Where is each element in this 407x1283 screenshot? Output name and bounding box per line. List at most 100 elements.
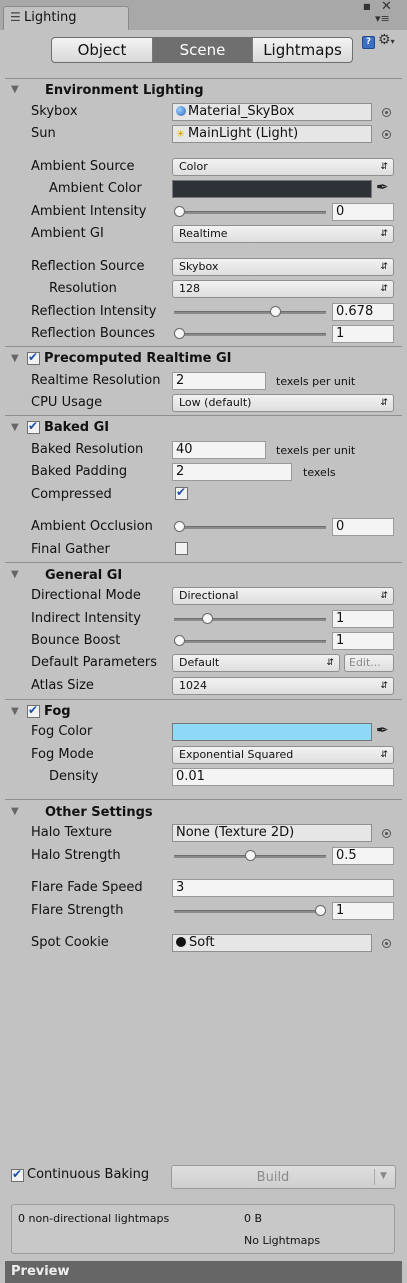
ambient-color-swatch[interactable] (172, 180, 372, 198)
directional-mode-dropdown[interactable]: Directional ⇵ (172, 587, 394, 605)
baked-header[interactable]: Baked GI (44, 420, 109, 436)
divider (5, 78, 402, 79)
bounce-boost-knob[interactable] (174, 635, 185, 646)
fog-header[interactable]: Fog (44, 704, 71, 720)
realtime-resolution-label: Realtime Resolution (31, 373, 161, 388)
ambient-occlusion-knob[interactable] (174, 521, 185, 532)
ambient-occlusion-input[interactable]: 0 (332, 518, 394, 536)
flare-strength-knob[interactable] (315, 905, 326, 916)
eyedropper-icon[interactable]: ✒ (376, 178, 389, 196)
resolution-dropdown[interactable]: 128 ⇵ (172, 280, 394, 298)
edit-parameters-button[interactable]: Edit... (344, 654, 394, 672)
no-lightmaps-text: No Lightmaps (244, 1234, 321, 1247)
help-icon[interactable]: ? (362, 36, 375, 49)
settings-gear-icon[interactable]: ⚙▾ (378, 32, 395, 48)
reflection-bounces-knob[interactable] (174, 328, 185, 339)
ambient-gi-dropdown[interactable]: Realtime ⇵ (172, 225, 394, 243)
preview-bar[interactable]: Preview (5, 1261, 402, 1283)
lightmap-stats-panel: 0 non-directional lightmaps 0 B No Light… (11, 1204, 395, 1254)
general-header[interactable]: General GI (45, 568, 122, 584)
continuous-baking-checkbox[interactable] (11, 1167, 24, 1182)
halo-strength-label: Halo Strength (31, 848, 121, 863)
bounce-boost-track[interactable] (174, 640, 326, 643)
reflection-intensity-label: Reflection Intensity (31, 304, 157, 319)
precomputed-gi-checkbox[interactable] (27, 350, 40, 365)
indirect-intensity-input[interactable]: 1 (332, 610, 394, 628)
fog-color-swatch[interactable] (172, 723, 372, 741)
bounce-boost-label: Bounce Boost (31, 633, 121, 648)
final-gather-checkbox[interactable] (175, 542, 188, 555)
tab-object[interactable]: Object (52, 38, 153, 62)
density-input[interactable]: 0.01 (172, 768, 394, 786)
flare-fade-speed-input[interactable]: 3 (172, 879, 394, 897)
reflection-intensity-knob[interactable] (269, 306, 281, 317)
build-dropdown-arrow-icon[interactable]: ▼ (380, 1171, 387, 1181)
default-parameters-dropdown[interactable]: Default ⇵ (172, 654, 340, 672)
foldout-arrow-icon[interactable]: ▼ (11, 569, 19, 580)
object-picker-icon[interactable] (382, 829, 391, 838)
lighting-tab-icon: ☰ (10, 10, 21, 24)
object-picker-icon[interactable] (382, 939, 391, 948)
ambient-intensity-track[interactable] (174, 211, 326, 214)
eyedropper-icon[interactable]: ✒ (376, 721, 389, 739)
foldout-arrow-icon[interactable]: ▼ (11, 806, 19, 817)
foldout-arrow-icon[interactable]: ▼ (11, 84, 19, 95)
spot-cookie-field[interactable]: Soft (172, 934, 372, 952)
foldout-arrow-icon[interactable]: ▼ (11, 353, 19, 364)
sun-field[interactable]: ☀ MainLight (Light) (172, 125, 372, 143)
ambient-occlusion-track[interactable] (174, 526, 326, 529)
baked-resolution-input[interactable]: 40 (172, 441, 266, 459)
baked-padding-unit: texels (303, 466, 336, 479)
edit-button-label: Edit... (349, 656, 381, 669)
tab-lightmaps[interactable]: Lightmaps (252, 38, 352, 62)
cpu-usage-dropdown[interactable]: Low (default) ⇵ (172, 394, 394, 412)
skybox-field[interactable]: Material_SkyBox (172, 103, 372, 121)
foldout-arrow-icon[interactable]: ▼ (11, 422, 19, 433)
reflection-intensity-input[interactable]: 0.678 (332, 303, 394, 321)
flare-strength-track[interactable] (174, 910, 326, 913)
ambient-intensity-knob[interactable] (174, 206, 185, 217)
halo-texture-field[interactable]: None (Texture 2D) (172, 824, 372, 842)
flare-strength-input[interactable]: 1 (332, 902, 394, 920)
fog-checkbox[interactable] (27, 703, 40, 718)
other-settings-header[interactable]: Other Settings (45, 805, 153, 821)
tab-scene[interactable]: Scene (153, 38, 252, 62)
lighting-tab-title: Lighting (24, 10, 77, 25)
reflection-intensity-track[interactable] (174, 311, 326, 314)
bounce-boost-input[interactable]: 1 (332, 632, 394, 650)
ambient-occlusion-label: Ambient Occlusion (31, 519, 153, 534)
precomputed-header[interactable]: Precomputed Realtime GI (44, 351, 231, 367)
reflection-source-dropdown[interactable]: Skybox ⇵ (172, 258, 394, 276)
atlas-size-value: 1024 (179, 679, 207, 692)
maximize-icon[interactable]: ■ (363, 2, 371, 11)
updown-arrow-icon: ⇵ (326, 658, 334, 668)
baked-resolution-unit: texels per unit (276, 444, 356, 457)
indirect-intensity-track[interactable] (174, 618, 326, 621)
foldout-arrow-icon[interactable]: ▼ (11, 706, 19, 717)
reflection-bounces-input[interactable]: 1 (332, 325, 394, 343)
divider (5, 415, 402, 416)
realtime-resolution-input[interactable]: 2 (172, 372, 266, 390)
ambient-source-dropdown[interactable]: Color ⇵ (172, 158, 394, 176)
ambient-intensity-input[interactable]: 0 (332, 203, 394, 221)
build-button[interactable]: Build ▼ (171, 1165, 396, 1189)
halo-strength-knob[interactable] (244, 850, 256, 861)
object-picker-icon[interactable] (382, 108, 391, 117)
atlas-size-dropdown[interactable]: 1024 ⇵ (172, 677, 394, 695)
baked-gi-checkbox[interactable] (27, 419, 40, 434)
ambient-gi-label: Ambient GI (31, 226, 104, 241)
indirect-intensity-knob[interactable] (202, 613, 214, 624)
reflection-bounces-track[interactable] (174, 333, 326, 336)
updown-arrow-icon: ⇵ (380, 398, 388, 408)
baked-padding-input[interactable]: 2 (172, 463, 292, 481)
reflection-bounces-label: Reflection Bounces (31, 326, 156, 341)
lightmap-size-text: 0 B (244, 1212, 263, 1225)
object-picker-icon[interactable] (382, 130, 391, 139)
lighting-tab[interactable]: ☰ Lighting (3, 6, 129, 30)
tab-menu-icon[interactable]: ▾≡ (375, 12, 390, 25)
halo-strength-input[interactable]: 0.5 (332, 847, 394, 865)
fog-mode-dropdown[interactable]: Exponential Squared ⇵ (172, 746, 394, 764)
compressed-checkbox[interactable] (175, 485, 188, 500)
build-options-divider (374, 1169, 375, 1185)
environment-header[interactable]: Environment Lighting (45, 83, 204, 99)
